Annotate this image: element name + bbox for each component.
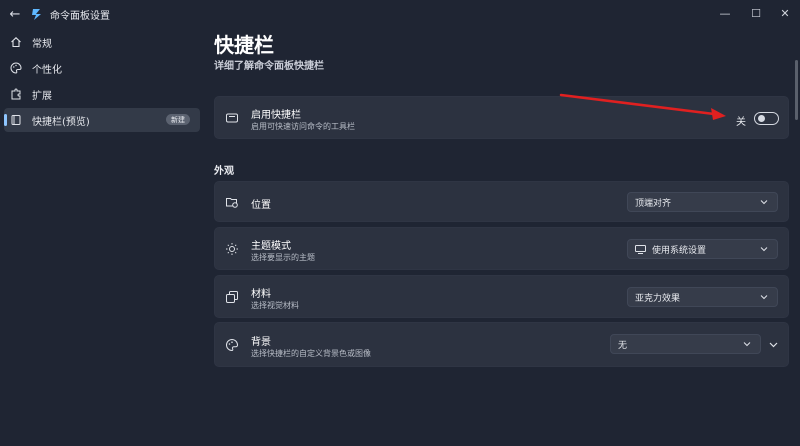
sidebar-item-dock-preview[interactable]: 快捷栏(预览) 新建 [4, 108, 200, 132]
enable-dock-card: 启用快捷栏 启用可快速访问命令的工具栏 关 [214, 96, 789, 139]
background-dropdown[interactable]: 无 [610, 334, 761, 354]
palette-icon [10, 62, 22, 74]
title-bar: ← 命令面板设置 — ☐ ✕ [0, 0, 800, 28]
back-button[interactable]: ← [6, 6, 24, 22]
scrollbar[interactable] [795, 60, 798, 120]
material-dropdown[interactable]: 亚克力效果 [627, 287, 778, 307]
chevron-down-icon [759, 197, 769, 207]
position-title: 位置 [251, 200, 271, 211]
material-title: 材料 [251, 289, 271, 300]
monitor-icon [635, 244, 646, 254]
learn-more-link[interactable]: 详细了解命令面板快捷栏 [214, 57, 324, 72]
enable-dock-title: 启用快捷栏 [251, 110, 301, 121]
material-card: 材料 选择视觉材料 亚克力效果 [214, 275, 789, 318]
background-desc: 选择快捷栏的自定义背景色或图像 [251, 349, 371, 358]
layers-icon [225, 290, 239, 304]
app-logo-icon [32, 9, 41, 20]
folder-position-icon [225, 195, 239, 209]
palette-icon [225, 338, 239, 352]
sidebar-item-label: 个性化 [32, 64, 62, 76]
sidebar: 常规 个性化 扩展 快捷栏(预览) 新建 [0, 30, 205, 134]
position-dropdown[interactable]: 顶端对齐 [627, 192, 778, 212]
theme-dropdown[interactable]: 使用系统设置 [627, 239, 778, 259]
home-icon [10, 36, 22, 48]
toolbar-icon [225, 111, 239, 125]
position-card: 位置 顶端对齐 [214, 181, 789, 222]
theme-title: 主题模式 [251, 241, 291, 252]
maximize-button[interactable]: ☐ [741, 3, 771, 23]
new-badge: 新建 [166, 114, 190, 125]
dock-icon [10, 114, 22, 126]
enable-dock-toggle[interactable] [754, 112, 779, 125]
sidebar-item-general[interactable]: 常规 [4, 30, 200, 54]
theme-desc: 选择要显示的主题 [251, 253, 315, 262]
sidebar-item-label: 常规 [32, 38, 52, 50]
theme-card: 主题模式 选择要显示的主题 使用系统设置 [214, 227, 789, 270]
minimize-button[interactable]: — [710, 3, 740, 23]
sidebar-item-personalization[interactable]: 个性化 [4, 56, 200, 80]
material-value: 亚克力效果 [635, 293, 681, 304]
toggle-state-label: 关 [736, 117, 746, 128]
chevron-down-icon [759, 292, 769, 302]
puzzle-icon [10, 88, 22, 100]
sidebar-item-extensions[interactable]: 扩展 [4, 82, 200, 106]
background-title: 背景 [251, 337, 271, 348]
page-title: 快捷栏 [214, 33, 274, 57]
theme-value: 使用系统设置 [652, 245, 707, 256]
appearance-section-title: 外观 [214, 166, 234, 177]
sidebar-item-label: 快捷栏(预览) [32, 116, 90, 128]
expand-chevron-icon[interactable] [768, 340, 778, 350]
toggle-knob [758, 115, 765, 122]
close-button[interactable]: ✕ [770, 3, 800, 23]
chevron-down-icon [742, 339, 752, 349]
background-card[interactable]: 背景 选择快捷栏的自定义背景色或图像 无 [214, 322, 789, 367]
sidebar-item-label: 扩展 [32, 90, 52, 102]
sun-brightness-icon [225, 242, 239, 256]
chevron-down-icon [759, 244, 769, 254]
position-value: 顶端对齐 [635, 198, 672, 209]
background-value: 无 [618, 340, 628, 351]
material-desc: 选择视觉材料 [251, 301, 299, 310]
window-title: 命令面板设置 [50, 11, 110, 22]
enable-dock-desc: 启用可快速访问命令的工具栏 [251, 122, 355, 131]
